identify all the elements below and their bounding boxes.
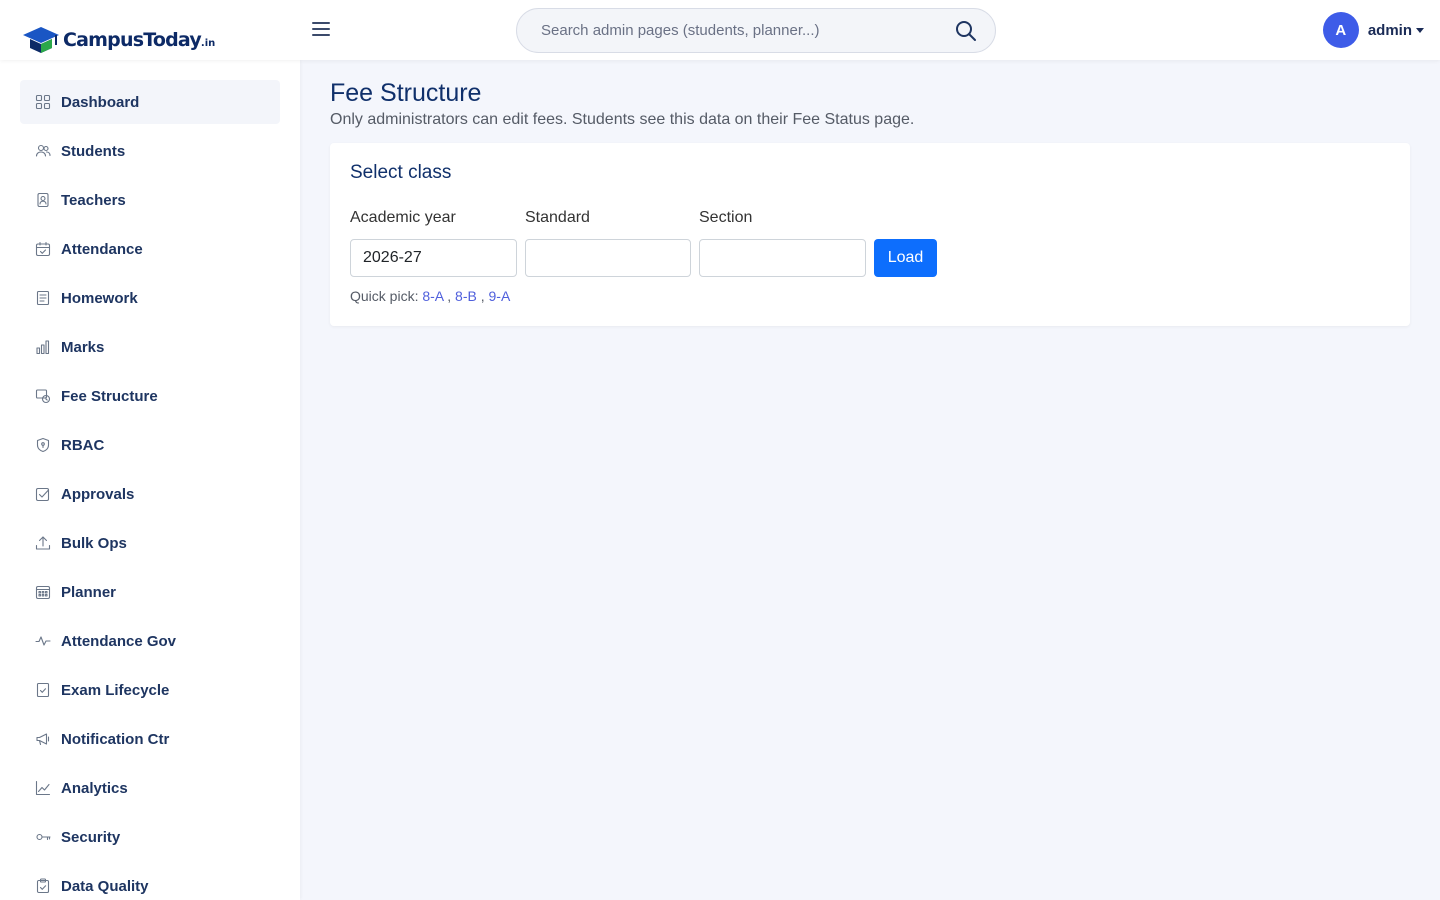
- graph-up-icon: [34, 779, 52, 797]
- sidebar-item-security[interactable]: Security: [20, 815, 280, 859]
- upload-icon: [34, 534, 52, 552]
- load-button[interactable]: Load: [874, 239, 937, 277]
- clipboard-check-icon: [34, 877, 52, 895]
- quick-pick-link[interactable]: 9-A: [489, 288, 511, 304]
- section-label: Section: [699, 209, 753, 226]
- sidebar-item-label: Approvals: [61, 485, 135, 503]
- standard-label: Standard: [525, 209, 590, 226]
- search-icon[interactable]: [955, 20, 977, 42]
- check-square-icon: [34, 485, 52, 503]
- separator: ,: [447, 288, 452, 304]
- activity-icon: [34, 632, 52, 650]
- separator: ,: [480, 288, 485, 304]
- sidebar-item-dashboard[interactable]: Dashboard: [20, 80, 280, 124]
- sidebar: Dashboard Students Teachers Attendance Homew…: [0, 60, 300, 900]
- sidebar-item-label: Dashboard: [61, 93, 140, 111]
- sidebar-item-label: Data Quality: [61, 877, 149, 895]
- calendar-grid-icon: [34, 583, 52, 601]
- page-subtitle: Only administrators can edit fees. Stude…: [330, 111, 915, 128]
- sidebar-item-label: Notification Ctr: [61, 730, 170, 748]
- sidebar-item-homework[interactable]: Homework: [20, 276, 280, 320]
- hamburger-menu-icon[interactable]: [312, 22, 330, 38]
- sidebar-item-label: Analytics: [61, 779, 128, 797]
- top-header: CampusToday.in A admin: [0, 0, 1440, 60]
- sidebar-item-label: Planner: [61, 583, 117, 601]
- sidebar-item-bulk-ops[interactable]: Bulk Ops: [20, 521, 280, 565]
- sidebar-item-marks[interactable]: Marks: [20, 325, 280, 369]
- quick-pick-label: Quick pick:: [350, 288, 419, 304]
- sidebar-item-label: RBAC: [61, 436, 105, 454]
- quick-pick-link[interactable]: 8-A: [422, 288, 443, 304]
- grid-icon: [34, 93, 52, 111]
- sidebar-item-label: Students: [61, 142, 126, 160]
- sidebar-item-analytics[interactable]: Analytics: [20, 766, 280, 810]
- id-badge-icon: [34, 191, 52, 209]
- campustoday-logo[interactable]: CampusToday.in: [21, 24, 215, 56]
- search-input[interactable]: [541, 9, 941, 52]
- sidebar-item-label: Exam Lifecycle: [61, 681, 170, 699]
- sidebar-item-label: Attendance Gov: [61, 632, 177, 650]
- quick-pick-link[interactable]: 8-B: [455, 288, 477, 304]
- shield-icon: [34, 436, 52, 454]
- sidebar-item-teachers[interactable]: Teachers: [20, 178, 280, 222]
- sidebar-item-exam-lifecycle[interactable]: Exam Lifecycle: [20, 668, 280, 712]
- page-title: Fee Structure: [330, 79, 482, 107]
- sidebar-item-label: Marks: [61, 338, 105, 356]
- sidebar-item-label: Attendance: [61, 240, 143, 258]
- sidebar-item-notification-ctr[interactable]: Notification Ctr: [20, 717, 280, 761]
- calendar-check-icon: [34, 240, 52, 258]
- sidebar-item-attendance[interactable]: Attendance: [20, 227, 280, 271]
- card-title: Select class: [350, 162, 452, 183]
- megaphone-icon: [34, 730, 52, 748]
- sidebar-item-label: Security: [61, 828, 121, 846]
- brand-name: CampusToday.in: [63, 29, 216, 51]
- sidebar-item-data-quality[interactable]: Data Quality: [20, 864, 280, 900]
- sidebar-item-label: Teachers: [61, 191, 126, 209]
- search-bar: [516, 8, 996, 53]
- journal-check-icon: [34, 681, 52, 699]
- academic-year-input[interactable]: [350, 239, 517, 277]
- user-name: admin: [1367, 21, 1412, 39]
- sidebar-item-approvals[interactable]: Approvals: [20, 472, 280, 516]
- users-icon: [34, 142, 52, 160]
- key-icon: [34, 828, 52, 846]
- sidebar-item-label: Bulk Ops: [61, 534, 127, 552]
- bar-chart-icon: [34, 338, 52, 356]
- user-menu[interactable]: A admin: [1322, 12, 1424, 48]
- standard-input[interactable]: [525, 239, 691, 277]
- sidebar-item-rbac[interactable]: RBAC: [20, 423, 280, 467]
- select-class-card: Select class Academic year Standard Sect…: [330, 143, 1410, 326]
- sidebar-item-planner[interactable]: Planner: [20, 570, 280, 614]
- section-input[interactable]: [699, 239, 866, 277]
- avatar: A: [1322, 12, 1359, 48]
- sidebar-item-fee-structure[interactable]: Fee Structure: [20, 374, 280, 418]
- sidebar-item-label: Homework: [61, 289, 138, 307]
- journal-icon: [34, 289, 52, 307]
- quick-pick: Quick pick: 8-A , 8-B , 9-A: [350, 288, 510, 304]
- caret-down-icon: [1416, 27, 1424, 33]
- sidebar-item-label: Fee Structure: [61, 387, 158, 405]
- sidebar-item-students[interactable]: Students: [20, 129, 280, 173]
- sidebar-item-attendance-gov[interactable]: Attendance Gov: [20, 619, 280, 663]
- graduation-cap-icon: [23, 27, 59, 53]
- academic-year-label: Academic year: [350, 209, 456, 226]
- fee-clock-icon: [34, 387, 52, 405]
